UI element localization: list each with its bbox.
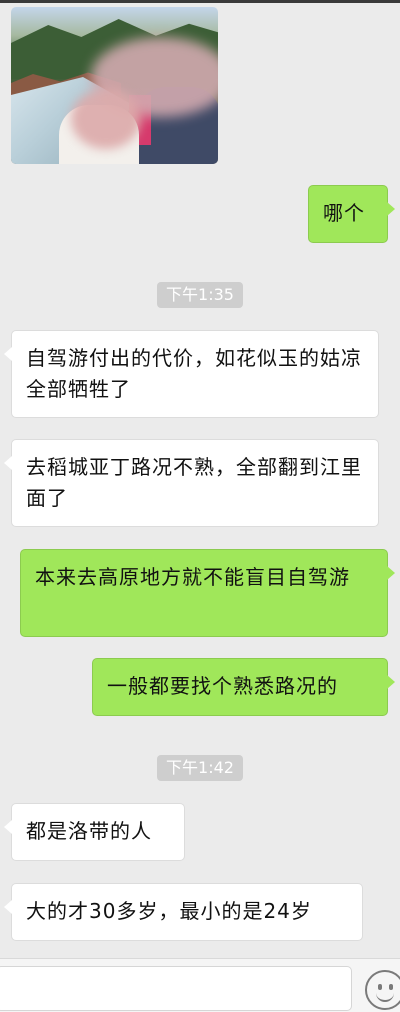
smiley-mouth bbox=[376, 991, 394, 1002]
message-received-bubble[interactable]: 大的才30多岁，最小的是24岁 bbox=[4, 883, 363, 941]
smiley-eye bbox=[378, 984, 382, 990]
smiley-eye bbox=[389, 984, 393, 990]
status-bar-edge bbox=[0, 0, 400, 3]
message-received-bubble[interactable]: 自驾游付出的代价，如花似玉的姑凉全部牺牲了 bbox=[4, 330, 379, 418]
message-text: 哪个 bbox=[323, 201, 365, 225]
message-text: 本来去高原地方就不能盲目自驾游 bbox=[35, 565, 350, 589]
message-text: 去稻城亚丁路况不熟，全部翻到江里面了 bbox=[26, 455, 362, 510]
timestamp-text: 下午1:42 bbox=[166, 758, 234, 777]
smiley-face-icon[interactable] bbox=[365, 970, 400, 1010]
message-sent-bubble[interactable]: 本来去高原地方就不能盲目自驾游 bbox=[20, 549, 395, 637]
message-text: 大的才30多岁，最小的是24岁 bbox=[26, 899, 312, 923]
message-text: 自驾游付出的代价，如花似玉的姑凉全部牺牲了 bbox=[26, 346, 362, 401]
message-text: 都是洛带的人 bbox=[26, 819, 152, 843]
shared-photo[interactable] bbox=[11, 7, 218, 164]
timestamp: 下午1:42 bbox=[157, 755, 243, 781]
message-input[interactable] bbox=[0, 966, 352, 1011]
timestamp-text: 下午1:35 bbox=[166, 285, 234, 304]
message-received-bubble[interactable]: 去稻城亚丁路况不熟，全部翻到江里面了 bbox=[4, 439, 379, 527]
message-text: 一般都要找个熟悉路况的 bbox=[107, 674, 338, 698]
message-received-bubble[interactable]: 都是洛带的人 bbox=[4, 803, 185, 861]
timestamp: 下午1:35 bbox=[157, 282, 243, 308]
blurred-face bbox=[71, 89, 141, 149]
message-sent-bubble[interactable]: 哪个 bbox=[308, 185, 395, 243]
message-sent-bubble[interactable]: 一般都要找个熟悉路况的 bbox=[92, 658, 395, 716]
